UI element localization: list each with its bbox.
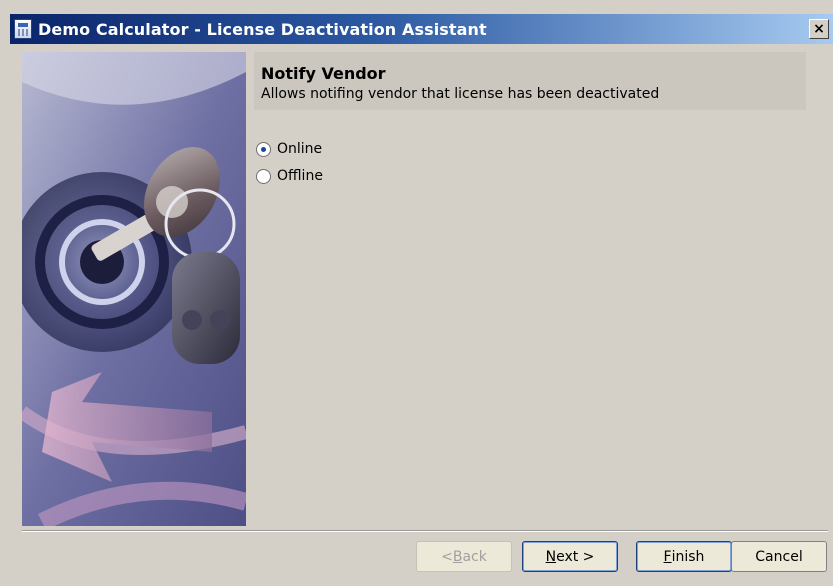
wizard-side-image [22,52,246,526]
cancel-button[interactable]: Cancel [731,541,827,572]
button-separator [22,530,828,532]
finish-button-suffix: inish [671,548,705,565]
back-button-prefix: < [441,548,453,565]
cancel-button-label: Cancel [755,548,803,565]
next-button-mnemonic: N [545,548,557,565]
finish-button-mnemonic: F [663,548,672,565]
wizard-window: Demo Calculator - License Deactivation A… [0,0,833,586]
close-icon: × [813,21,825,37]
keys-lock-illustration [22,52,246,526]
finish-button[interactable]: Finish [636,541,732,572]
option-online-label: Online [277,141,323,157]
window-title: Demo Calculator - License Deactivation A… [38,19,487,39]
next-button-suffix: ext > [556,548,595,565]
option-online[interactable]: Online [256,141,322,157]
calculator-icon [14,19,32,39]
close-button[interactable]: × [809,19,829,39]
back-button-mnemonic: B [452,548,463,565]
step-description: Allows notifing vendor that license has … [261,86,660,102]
step-header: Notify Vendor Allows notifing vendor tha… [254,52,806,110]
radio-online[interactable] [256,141,271,157]
step-title: Notify Vendor [261,64,386,83]
title-bar[interactable]: Demo Calculator - License Deactivation A… [10,14,833,44]
option-offline-label: Offline [277,168,323,184]
back-button-suffix: ack [462,548,487,565]
radio-offline[interactable] [256,168,271,184]
next-button[interactable]: Next > [522,541,618,572]
back-button[interactable]: < Back [416,541,512,572]
option-offline[interactable]: Offline [256,168,323,184]
